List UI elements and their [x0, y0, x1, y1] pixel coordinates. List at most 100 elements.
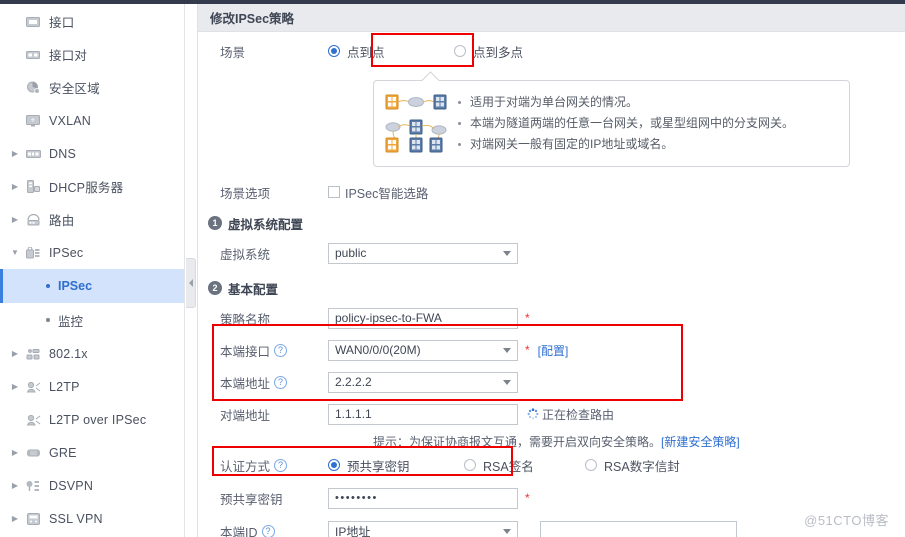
- l2tp-over-ipsec-icon: [22, 414, 44, 426]
- section-basic-config: 2 基本配置: [198, 274, 905, 302]
- create-security-policy-link[interactable]: [新建安全策略]: [661, 435, 740, 449]
- sidebar-item-label: 接口: [49, 16, 75, 30]
- sidebar-item-label: SSL VPN: [49, 511, 103, 526]
- interface-icon: [22, 16, 44, 28]
- svg-text:+: +: [31, 115, 36, 124]
- section-number: 1: [208, 216, 222, 230]
- auth-method-row: 认证方式 ? 预共享密钥 RSA签名 RSA数字信封: [198, 452, 905, 478]
- auth-radio-rsa-signature[interactable]: RSA签名: [464, 456, 579, 475]
- route-check-text: 正在检查路由: [542, 407, 615, 422]
- local-address-select[interactable]: 2.2.2.2: [328, 371, 518, 393]
- auth-radio-rsa-digital-envelope[interactable]: RSA数字信封: [585, 456, 680, 475]
- sidebar-item-vxlan[interactable]: + VXLAN: [0, 104, 184, 137]
- radio-label: 预共享密钥: [347, 459, 410, 474]
- local-id-select[interactable]: IP地址: [328, 520, 518, 537]
- security-zone-icon: [22, 81, 44, 94]
- sidebar-item-interface-pair[interactable]: 接口对: [0, 38, 184, 71]
- section-title: 基本配置: [228, 282, 279, 297]
- chevron-right-icon[interactable]: ▶: [8, 182, 22, 191]
- sidebar-subitem-monitor[interactable]: 监控: [0, 303, 184, 337]
- section-virtual-system: 1 虚拟系统配置: [198, 209, 905, 237]
- sidebar-item-label: IPSec: [49, 245, 84, 260]
- configure-link[interactable]: [配置]: [538, 342, 569, 359]
- sidebar-item-dsvpn[interactable]: ▶ DSVPN: [0, 469, 184, 502]
- page-title: 修改IPSec策略: [198, 4, 905, 32]
- ipsec-policy-form: 场景 点到点 点到多点 适用于对端为单台网关的情况。 本端为隧道两端的任意一台网…: [198, 32, 905, 537]
- local-id-label-text: 本端ID: [220, 525, 258, 537]
- sidebar-item-ssl-vpn[interactable]: ▶ SSL VPN: [0, 502, 184, 535]
- local-interface-value: WAN0/0/0(20M): [335, 343, 421, 357]
- chevron-right-icon[interactable]: ▶: [8, 448, 22, 457]
- vsys-value: public: [335, 246, 367, 260]
- sidebar-subitem-ipsec[interactable]: IPSec: [0, 269, 184, 303]
- scenario-label: 场景: [220, 45, 246, 60]
- checkbox-icon: [328, 186, 340, 198]
- loading-spinner-icon: [527, 408, 539, 420]
- local-id-extra-input[interactable]: [540, 520, 737, 537]
- vxlan-icon: +: [22, 114, 44, 127]
- watermark: @51CTO博客: [804, 513, 889, 528]
- chevron-down-icon[interactable]: ▼: [8, 248, 22, 257]
- radio-circle-icon: [328, 45, 340, 57]
- local-interface-label-text: 本端接口: [220, 344, 271, 359]
- local-interface-label: 本端接口 ?: [198, 341, 328, 360]
- ipsec-smart-routing-checkbox[interactable]: IPSec智能选路: [328, 183, 428, 202]
- preshared-key-input[interactable]: ••••••••: [328, 487, 518, 509]
- sidebar-nav: 接口 接口对 安全区域 + VXLAN ▶ DNS ▶ DHCP服务器 ▶ 路由…: [0, 4, 185, 537]
- sidebar-item-route[interactable]: ▶ 路由: [0, 203, 184, 236]
- sidebar-item-ipsec[interactable]: ▼ IPSec: [0, 236, 184, 269]
- sidebar-item-l2tp-over-ipsec[interactable]: L2TP over IPSec: [0, 403, 184, 436]
- chevron-right-icon[interactable]: ▶: [8, 349, 22, 358]
- preshared-key-value: ••••••••: [335, 492, 378, 504]
- tip-text: 提示：为保证协商报文互通，需要开启双向安全策略。: [373, 435, 662, 449]
- sidebar-collapse-handle[interactable]: [186, 258, 196, 308]
- policy-name-row: 策略名称 policy-ipsec-to-FWA *: [198, 305, 905, 331]
- auth-radio-preshared-key[interactable]: 预共享密钥: [328, 456, 458, 475]
- chevron-right-icon[interactable]: ▶: [8, 215, 22, 224]
- help-icon[interactable]: ?: [261, 524, 275, 537]
- route-check-status: 正在检查路由: [527, 406, 614, 423]
- required-marker: *: [525, 343, 530, 357]
- help-icon[interactable]: ?: [274, 375, 288, 389]
- chevron-down-icon: [503, 251, 511, 256]
- callout-bullet: 适用于对端为单台网关的情况。: [456, 92, 839, 113]
- bullet-icon: [46, 318, 50, 322]
- scenario-radio-point-to-point[interactable]: 点到点: [328, 42, 448, 61]
- chevron-right-icon[interactable]: ▶: [8, 382, 22, 391]
- main-panel: 修改IPSec策略 场景 点到点 点到多点 适用于对端为单台网关的情况。 本端为…: [197, 4, 905, 537]
- local-id-label: 本端ID ?: [198, 522, 328, 537]
- scenario-option-label: 场景选项: [220, 186, 271, 201]
- chevron-right-icon[interactable]: ▶: [8, 481, 22, 490]
- local-id-value: IP地址: [335, 524, 371, 537]
- radio-label: 点到多点: [473, 45, 524, 60]
- sidebar-item-dhcp-server[interactable]: ▶ DHCP服务器: [0, 170, 184, 203]
- route-icon: [22, 213, 44, 226]
- sidebar-item-label: DSVPN: [49, 478, 94, 493]
- scenario-option-row: 场景选项 IPSec智能选路: [198, 179, 905, 205]
- sidebar-item-gre[interactable]: ▶ GRE: [0, 436, 184, 469]
- l2tp-icon: [22, 381, 44, 393]
- chevron-right-icon[interactable]: ▶: [8, 514, 22, 523]
- local-interface-row: 本端接口 ? WAN0/0/0(20M) * [配置]: [198, 337, 905, 363]
- scenario-info-callout: 适用于对端为单台网关的情况。 本端为隧道两端的任意一台网关，或星型组网中的分支网…: [373, 80, 850, 167]
- sidebar-item-label: L2TP: [49, 379, 80, 394]
- radio-circle-icon: [454, 45, 466, 57]
- sidebar-item-label: DNS: [49, 146, 76, 161]
- dsvpn-icon: [22, 480, 44, 492]
- help-icon[interactable]: ?: [274, 343, 288, 357]
- sidebar-item-label: GRE: [49, 445, 77, 460]
- peer-address-input[interactable]: 1.1.1.1: [328, 403, 518, 425]
- local-interface-select[interactable]: WAN0/0/0(20M): [328, 339, 518, 361]
- sidebar-item-security-zone[interactable]: 安全区域: [0, 71, 184, 104]
- help-icon[interactable]: ?: [274, 458, 288, 472]
- sidebar-item-l2tp[interactable]: ▶ L2TP: [0, 370, 184, 403]
- peer-address-value: 1.1.1.1: [335, 407, 372, 421]
- auth-method-label: 认证方式 ?: [198, 456, 328, 475]
- chevron-right-icon[interactable]: ▶: [8, 149, 22, 158]
- scenario-radio-point-to-multipoint[interactable]: 点到多点: [454, 42, 523, 61]
- sidebar-item-dns[interactable]: ▶ DNS: [0, 137, 184, 170]
- policy-name-input[interactable]: policy-ipsec-to-FWA: [328, 307, 518, 329]
- vsys-select[interactable]: public: [328, 242, 518, 264]
- sidebar-item-interface[interactable]: 接口: [0, 5, 184, 38]
- sidebar-item-802-1x[interactable]: ▶ 802.1x: [0, 337, 184, 370]
